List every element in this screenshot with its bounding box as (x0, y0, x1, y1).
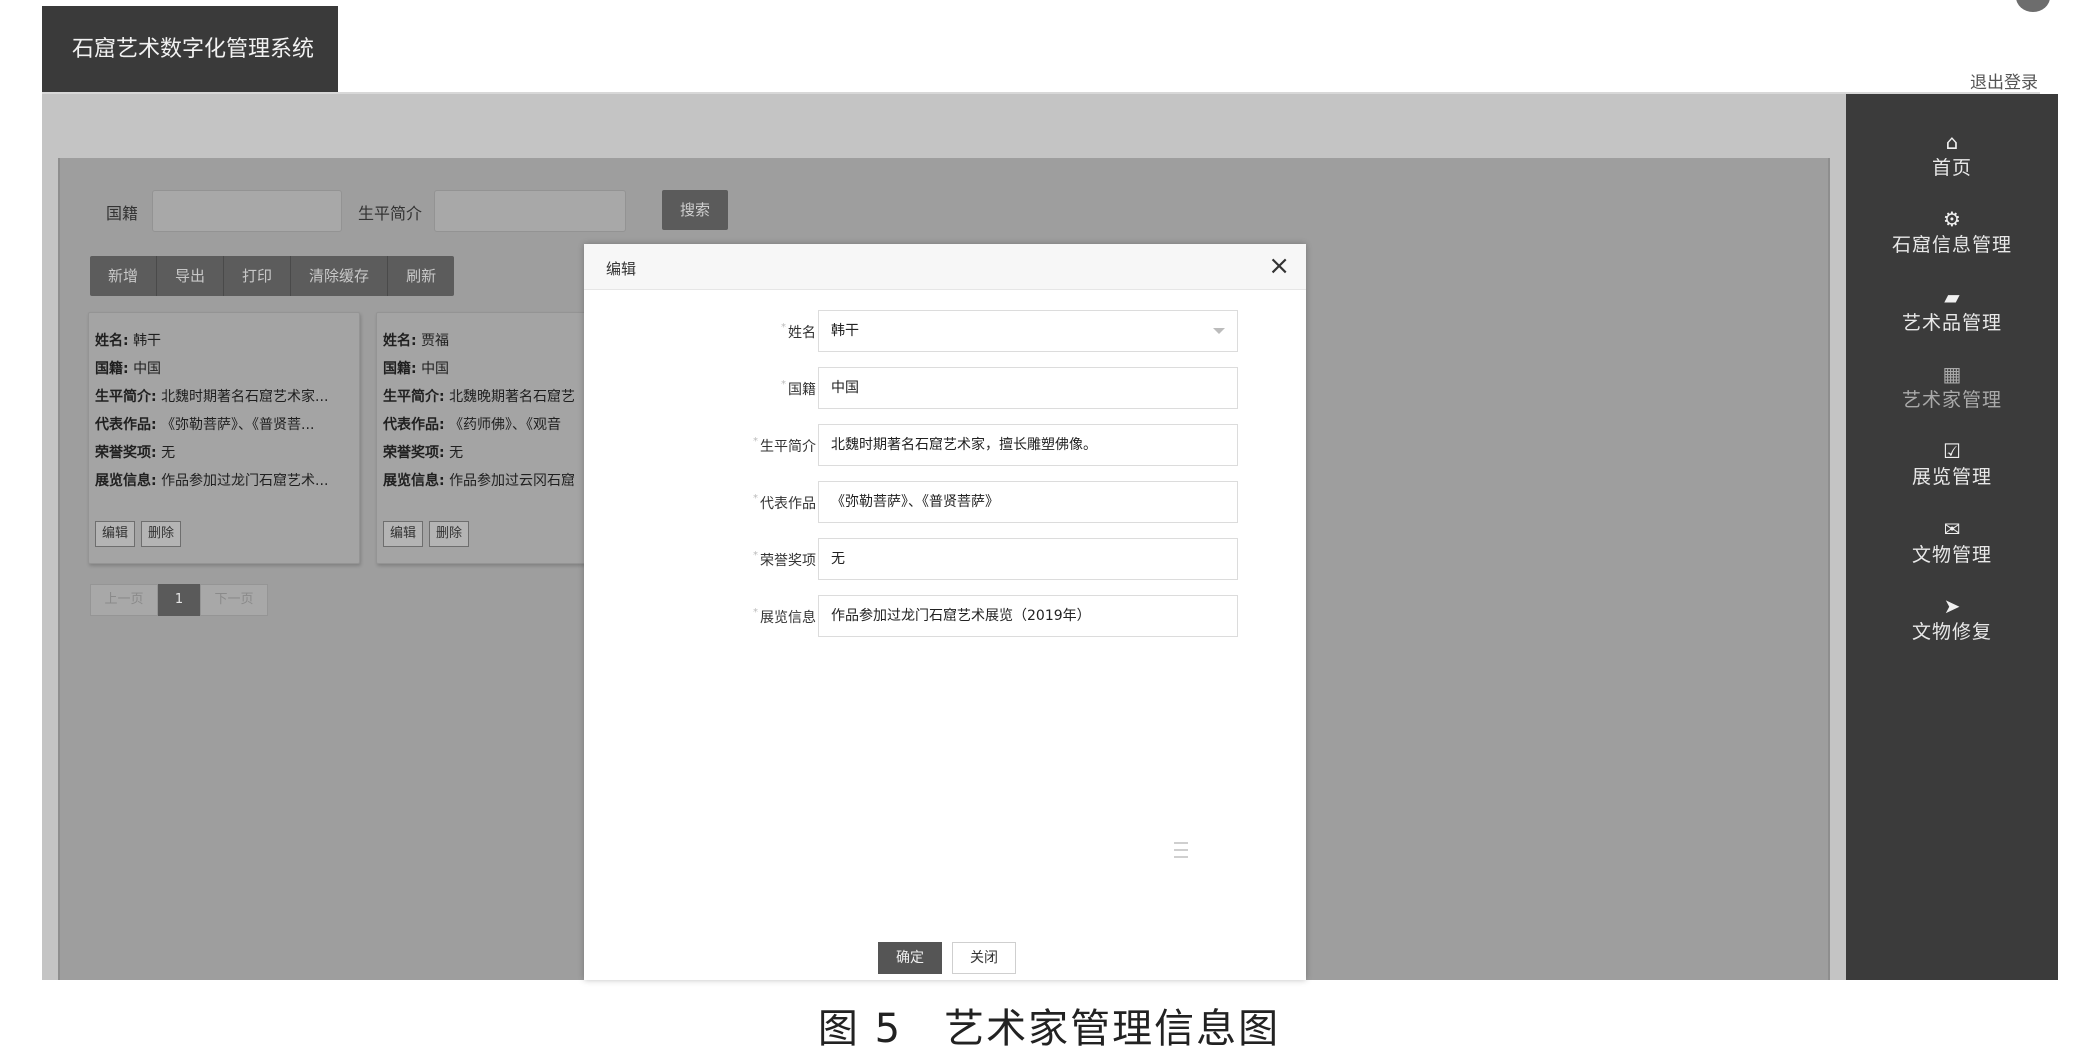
sidebar-item-relics[interactable]: ✉ 文物管理 (1846, 517, 2058, 593)
figure-caption: 图 5 艺术家管理信息图 (817, 1006, 1281, 1052)
gears-icon: ⚙ (1943, 207, 1961, 231)
card-field: 荣誉奖项: 无 (95, 445, 176, 461)
sidebar-item-artists[interactable]: ▦ 艺术家管理 (1846, 362, 2058, 438)
card-actions: 编辑 删除 (95, 521, 182, 547)
next-page-button[interactable]: 下一页 (200, 584, 268, 616)
grid-icon: ▦ (1942, 362, 1962, 386)
card-actions: 编辑 删除 (383, 521, 470, 547)
sidebar-item-label: 艺术品管理 (1901, 312, 2002, 334)
close-button[interactable]: 关闭 (952, 942, 1016, 974)
check-square-icon: ☑ (1943, 439, 1961, 463)
form-row-nationality: * 国籍 中国 (584, 367, 1306, 409)
form-row-works: * 代表作品 《弥勒菩萨》、《普贤菩萨》 (584, 481, 1306, 523)
sidebar-item-label: 艺术家管理 (1901, 389, 2002, 411)
form-row-exhibitions: * 展览信息 作品参加过龙门石窟艺术展览（2019年） (584, 595, 1306, 637)
refresh-button[interactable]: 刷新 (388, 256, 455, 296)
logout-link[interactable]: 退出登录 (1970, 68, 2038, 93)
form-row-name: * 姓名 韩干 (584, 310, 1306, 352)
name-select[interactable]: 韩干 (818, 310, 1238, 352)
clear-cache-button[interactable]: 清除缓存 (291, 256, 389, 296)
delete-button[interactable]: 删除 (141, 521, 182, 547)
field-label: * 国籍 (781, 379, 816, 398)
form-row-biography: * 生平简介 北魏时期著名石窟艺术家，擅长雕塑佛像。 (584, 424, 1306, 466)
send-icon: ➤ (1943, 594, 1961, 618)
prev-page-button[interactable]: 上一页 (90, 584, 158, 616)
book-icon: ▰ (1944, 285, 1960, 309)
awards-field[interactable]: 无 (818, 538, 1238, 580)
nationality-field[interactable]: 中国 (818, 367, 1238, 409)
chevron-down-icon (1213, 328, 1225, 334)
dialog-header: 编辑 × (584, 244, 1306, 290)
sidebar-item-grotto-info[interactable]: ⚙ 石窟信息管理 (1846, 207, 2058, 283)
field-label: * 生平简介 (753, 436, 816, 455)
sidebar-item-exhibitions[interactable]: ☑ 展览管理 (1846, 439, 2058, 515)
search-label-biography: 生平简介 (358, 204, 423, 223)
card-field: 姓名: 韩干 (95, 333, 162, 349)
edit-button[interactable]: 编辑 (383, 521, 424, 547)
field-label: * 姓名 (781, 322, 816, 341)
exhibition-info-field[interactable]: 作品参加过龙门石窟艺术展览（2019年） (818, 595, 1238, 637)
delete-button[interactable]: 删除 (429, 521, 470, 547)
page-number-current[interactable]: 1 (158, 584, 200, 616)
envelope-icon: ✉ (1943, 517, 1961, 541)
search-input-biography[interactable] (434, 190, 626, 232)
app-title: 石窟艺术数字化管理系统 (42, 6, 338, 94)
search-button[interactable]: 搜索 (662, 190, 728, 230)
search-input-nationality[interactable] (152, 190, 342, 232)
export-button[interactable]: 导出 (157, 256, 225, 296)
card-field: 代表作品: 《弥勒菩萨》、《普贤菩... (95, 417, 315, 433)
representative-works-field[interactable]: 《弥勒菩萨》、《普贤菩萨》 (818, 481, 1238, 523)
form-row-awards: * 荣誉奖项 无 (584, 538, 1306, 580)
close-icon[interactable]: × (1268, 252, 1290, 280)
home-icon: ⌂ (1945, 130, 1959, 154)
edit-dialog: 编辑 × * 姓名 韩干 * 国籍 中国 * 生平简介 北魏时期著名石窟艺术家，擅长雕… (584, 244, 1306, 980)
artist-card: 姓名: 韩干 国籍: 中国 生平简介: 北魏时期著名石窟艺术家... 代表作品:… (88, 312, 360, 564)
sidebar-item-home[interactable]: ⌂ 首页 (1846, 130, 2058, 206)
confirm-button[interactable]: 确定 (878, 942, 942, 974)
field-label: * 代表作品 (753, 493, 816, 512)
sidebar-item-label: 文物管理 (1911, 544, 1992, 566)
search-label-nationality: 国籍 (106, 204, 139, 223)
card-field: 展览信息: 作品参加过龙门石窟艺术... (95, 473, 329, 489)
biography-field[interactable]: 北魏时期著名石窟艺术家，擅长雕塑佛像。 (818, 424, 1238, 466)
field-label: * 荣誉奖项 (753, 550, 816, 569)
pagination: 上一页 1 下一页 (90, 584, 268, 616)
sidebar-item-label: 展览管理 (1911, 466, 1992, 488)
print-button[interactable]: 打印 (224, 256, 292, 296)
resize-handle-icon[interactable] (1174, 842, 1188, 868)
dialog-title: 编辑 (606, 260, 637, 278)
avatar[interactable] (2016, 0, 2050, 12)
sidebar-item-label: 文物修复 (1911, 621, 1992, 643)
sidebar-item-label: 石窟信息管理 (1891, 234, 2012, 256)
card-field: 国籍: 中国 (95, 361, 162, 377)
edit-button[interactable]: 编辑 (95, 521, 136, 547)
sidebar-item-relic-repair[interactable]: ➤ 文物修复 (1846, 594, 2058, 670)
app-window: 石窟艺术数字化管理系统 退出登录 国籍 生平简介 搜索 新增 导出 打印 清除缓… (0, 0, 2098, 1062)
sidebar-item-artworks[interactable]: ▰ 艺术品管理 (1846, 285, 2058, 361)
add-button[interactable]: 新增 (90, 256, 158, 296)
sidebar: ⌂ 首页 ⚙ 石窟信息管理 ▰ 艺术品管理 ▦ 艺术家管理 ☑ 展览管理 ✉ 文… (1846, 94, 2058, 980)
sidebar-item-label: 首页 (1931, 157, 1972, 179)
card-field: 生平简介: 北魏时期著名石窟艺术家... (95, 389, 329, 405)
field-label: * 展览信息 (753, 607, 816, 626)
toolbar: 新增 导出 打印 清除缓存 刷新 (90, 256, 455, 296)
